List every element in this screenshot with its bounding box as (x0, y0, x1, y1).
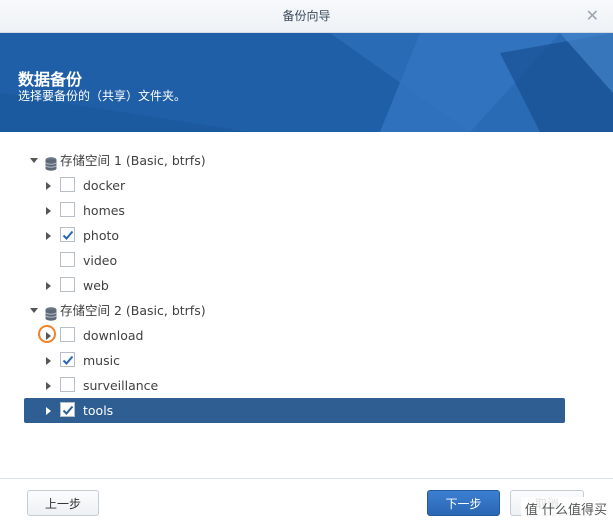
folder-label: homes (83, 203, 125, 218)
caret-right-icon[interactable] (46, 357, 51, 365)
folder-checkbox[interactable] (60, 377, 75, 392)
volume-row[interactable]: 存储空间 2 (Basic, btrfs) (24, 298, 565, 323)
folder-checkbox[interactable] (60, 402, 75, 417)
folder-checkbox[interactable] (60, 327, 75, 342)
folder-tree: 存储空间 1 (Basic, btrfs) docker homes photo vid… (24, 148, 565, 423)
folder-label: video (83, 253, 118, 268)
folder-checkbox[interactable] (60, 252, 75, 267)
folder-row-music[interactable]: music (24, 348, 565, 373)
folder-label: tools (83, 403, 114, 418)
folder-label: download (83, 328, 144, 343)
caret-down-icon[interactable] (30, 308, 38, 313)
caret-right-icon[interactable] (46, 182, 51, 190)
volume-row[interactable]: 存储空间 1 (Basic, btrfs) (24, 148, 565, 173)
caret-right-icon[interactable] (46, 282, 51, 290)
window-title: 备份向导 (282, 9, 331, 23)
folder-checkbox[interactable] (60, 202, 75, 217)
banner-background (0, 33, 613, 132)
caret-right-icon[interactable] (46, 207, 51, 215)
caret-right-icon[interactable] (46, 232, 51, 240)
backup-wizard-window: 备份向导 ✕ 数据备份 选择要备份的（共享）文件夹。 存储空间 1 (Basic… (0, 0, 613, 523)
folder-row-photo[interactable]: photo (24, 223, 565, 248)
folder-row-download[interactable]: download (24, 323, 565, 348)
folder-row-docker[interactable]: docker (24, 173, 565, 198)
previous-button[interactable]: 上一步 (27, 490, 99, 516)
caret-right-icon[interactable] (46, 382, 51, 390)
close-icon[interactable]: ✕ (586, 0, 599, 32)
folder-label: photo (83, 228, 120, 243)
folder-checkbox[interactable] (60, 277, 75, 292)
caret-down-icon[interactable] (30, 158, 38, 163)
database-icon (45, 154, 57, 171)
next-button[interactable]: 下一步 (427, 490, 500, 516)
watermark: 值 什么值得买 (520, 497, 611, 520)
database-icon (45, 304, 57, 321)
folder-label: surveillance (83, 378, 159, 393)
volume-label: 存储空间 2 (Basic, btrfs) (60, 303, 206, 318)
banner-subtitle: 选择要备份的（共享）文件夹。 (18, 89, 187, 103)
folder-label: web (83, 278, 109, 293)
volume-label: 存储空间 1 (Basic, btrfs) (60, 153, 206, 168)
folder-row-video[interactable]: video (24, 248, 565, 273)
folder-checkbox[interactable] (60, 352, 75, 367)
annotation-circle (38, 325, 56, 343)
folder-row-surveillance[interactable]: surveillance (24, 373, 565, 398)
folder-label: docker (83, 178, 126, 193)
folder-row-tools[interactable]: tools (24, 398, 565, 423)
caret-right-icon[interactable] (46, 407, 51, 415)
folder-label: music (83, 353, 120, 368)
folder-row-homes[interactable]: homes (24, 198, 565, 223)
folder-row-web[interactable]: web (24, 273, 565, 298)
header-banner: 数据备份 选择要备份的（共享）文件夹。 (0, 33, 613, 132)
folder-checkbox[interactable] (60, 227, 75, 242)
folder-checkbox[interactable] (60, 177, 75, 192)
title-bar: 备份向导 ✕ (0, 0, 613, 33)
